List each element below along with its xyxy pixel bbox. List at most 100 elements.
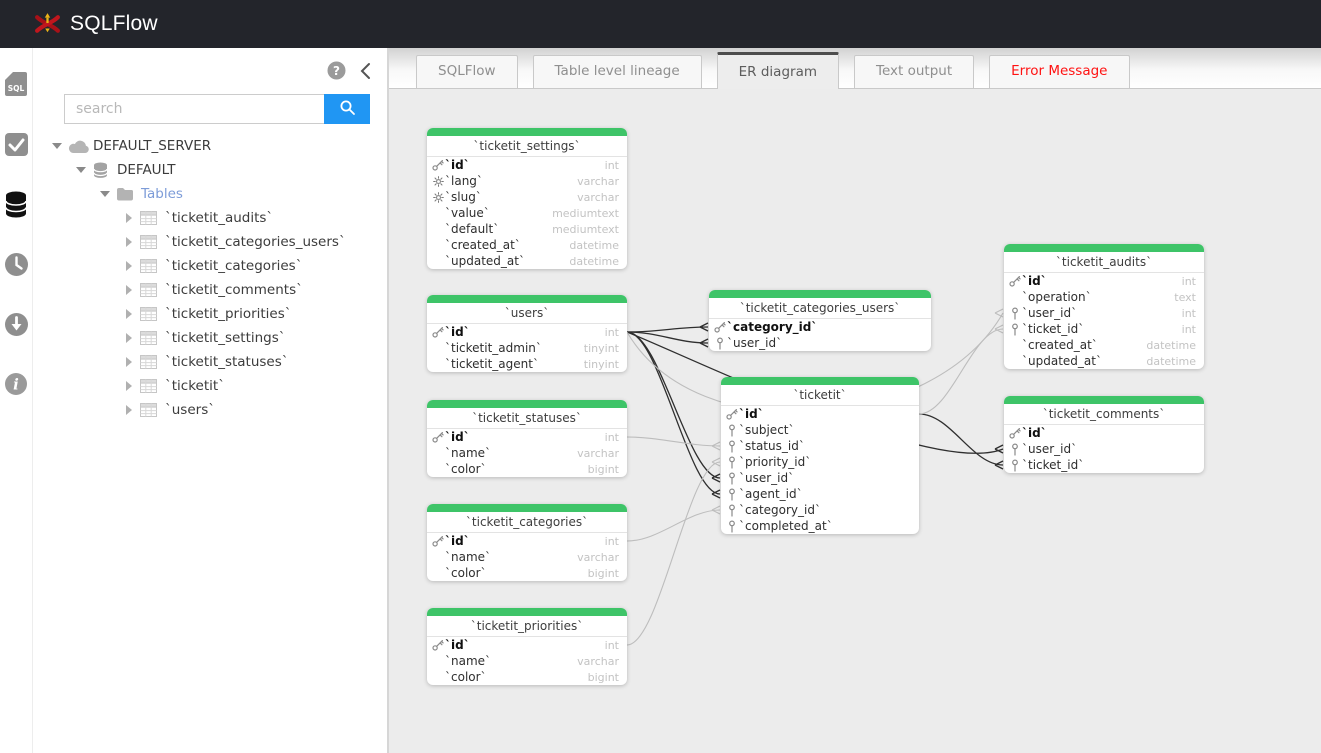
download-icon[interactable] bbox=[3, 311, 29, 337]
history-clock-icon[interactable] bbox=[3, 251, 29, 277]
info-icon[interactable]: i bbox=[3, 371, 29, 397]
caret-down-icon[interactable] bbox=[97, 190, 113, 198]
table-icon bbox=[140, 355, 162, 369]
tree-item-table[interactable]: `ticketit` bbox=[33, 374, 387, 398]
sql-script-icon[interactable]: SQL bbox=[3, 71, 29, 97]
tree-item-tables-folder[interactable]: Tables bbox=[33, 182, 387, 206]
column-type: datetime bbox=[1136, 355, 1196, 368]
tree-item-table[interactable]: `ticketit_settings` bbox=[33, 326, 387, 350]
tree-item-table[interactable]: `users` bbox=[33, 398, 387, 422]
column-type: mediumtext bbox=[542, 223, 619, 236]
caret-right-icon[interactable] bbox=[121, 381, 137, 391]
caret-right-icon[interactable] bbox=[121, 405, 137, 415]
search-button[interactable] bbox=[324, 94, 370, 124]
column-type: int bbox=[595, 639, 619, 652]
column-name: `id` bbox=[445, 430, 470, 444]
tab-error-message[interactable]: Error Message bbox=[989, 55, 1129, 88]
collapse-chevron-icon[interactable] bbox=[359, 62, 371, 84]
entity-ticketit_categories[interactable]: `ticketit_categories``id`int`name`varcha… bbox=[427, 504, 627, 581]
caret-right-icon[interactable] bbox=[121, 357, 137, 367]
tree-item-label: `ticketit_categories_users` bbox=[165, 234, 346, 250]
entity-column-row: `operation`text bbox=[1004, 289, 1204, 305]
entity-ticketit_priorities[interactable]: `ticketit_priorities``id`int`name`varcha… bbox=[427, 608, 627, 685]
entity-column-row: `id` bbox=[1004, 425, 1204, 441]
check-square-icon[interactable] bbox=[3, 131, 29, 157]
help-icon[interactable]: ? bbox=[327, 61, 346, 84]
caret-right-icon[interactable] bbox=[121, 213, 137, 223]
entity-column-row: `ticket_id` bbox=[1004, 457, 1204, 473]
fk-icon bbox=[1008, 323, 1022, 336]
caret-right-icon[interactable] bbox=[121, 237, 137, 247]
key-icon bbox=[431, 535, 445, 547]
database-icon[interactable] bbox=[3, 191, 29, 217]
column-name: `subject` bbox=[739, 423, 795, 437]
tab-table-level-lineage[interactable]: Table level lineage bbox=[533, 55, 702, 88]
tree-item-table[interactable]: `ticketit_statuses` bbox=[33, 350, 387, 374]
column-type: int bbox=[1172, 275, 1196, 288]
column-name: `updated_at` bbox=[445, 254, 525, 268]
column-name: `id` bbox=[445, 158, 470, 172]
key-icon bbox=[713, 321, 727, 333]
schema-tree: DEFAULT_SERVERDEFAULTTables`ticketit_aud… bbox=[33, 134, 387, 422]
tab-er-diagram[interactable]: ER diagram bbox=[717, 52, 839, 89]
column-name: `ticketit_admin` bbox=[445, 341, 542, 355]
caret-right-icon[interactable] bbox=[121, 285, 137, 295]
tree-item-table[interactable]: `ticketit_priorities` bbox=[33, 302, 387, 326]
entity-ticketit[interactable]: `ticketit``id``subject``status_id``prior… bbox=[721, 377, 919, 534]
entity-column-row: `name`varchar bbox=[427, 653, 627, 669]
column-type: int bbox=[595, 431, 619, 444]
search-input[interactable] bbox=[64, 94, 324, 124]
tree-item-server[interactable]: DEFAULT_SERVER bbox=[33, 134, 387, 158]
tree-item-table[interactable]: `ticketit_audits` bbox=[33, 206, 387, 230]
entity-column-row: `color`bigint bbox=[427, 669, 627, 685]
entity-ticketit_audits[interactable]: `ticketit_audits``id`int`operation`text`… bbox=[1004, 244, 1204, 369]
caret-right-icon[interactable] bbox=[121, 261, 137, 271]
entity-column-row: `user_id` bbox=[709, 335, 931, 351]
entity-column-row: `ticketit_agent`tinyint bbox=[427, 356, 627, 372]
relationship-line bbox=[627, 462, 720, 645]
column-type: tinyint bbox=[574, 342, 619, 355]
caret-right-icon[interactable] bbox=[121, 309, 137, 319]
caret-down-icon[interactable] bbox=[73, 166, 89, 174]
entity-column-row: `subject` bbox=[721, 422, 919, 438]
entity-column-row: `id`int bbox=[427, 533, 627, 549]
entity-column-row: `ticketit_admin` tinyint bbox=[427, 340, 627, 356]
table-icon bbox=[140, 211, 162, 225]
entity-ticketit_comments[interactable]: `ticketit_comments``id``user_id``ticket_… bbox=[1004, 396, 1204, 473]
column-name: `category_id` bbox=[739, 503, 821, 517]
caret-down-icon[interactable] bbox=[49, 142, 65, 150]
tab-text-output[interactable]: Text output bbox=[854, 55, 974, 88]
entity-users[interactable]: `users``id`int`ticketit_admin`tinyint`ti… bbox=[427, 295, 627, 372]
tree-item-table[interactable]: `ticketit_categories_users` bbox=[33, 230, 387, 254]
column-type: varchar bbox=[567, 655, 619, 668]
entity-column-row: `id` int bbox=[427, 429, 627, 445]
caret-right-icon[interactable] bbox=[121, 333, 137, 343]
tree-item-label: `ticketit_priorities` bbox=[165, 306, 292, 322]
tree-item-table[interactable]: `ticketit_categories` bbox=[33, 254, 387, 278]
table-icon bbox=[140, 403, 162, 417]
relationship-line bbox=[627, 327, 708, 332]
entity-column-row: `id`int bbox=[427, 324, 627, 340]
schema-panel: ? DEFAULT_SERVERDEFAULTTables`ticketit_a… bbox=[33, 48, 389, 753]
entity-column-row: `user_id` bbox=[1004, 441, 1204, 457]
column-name: `color` bbox=[445, 462, 487, 476]
relationship-line bbox=[627, 510, 720, 541]
column-name: `user_id` bbox=[727, 336, 782, 350]
entity-column-row: `color`bigint bbox=[427, 565, 627, 581]
fk-icon bbox=[725, 488, 739, 501]
tree-item-table[interactable]: `ticketit_comments` bbox=[33, 278, 387, 302]
entity-ticketit_settings[interactable]: `ticketit_settings``id`int`lang`varchar`… bbox=[427, 128, 627, 269]
key-icon bbox=[1008, 427, 1022, 439]
tree-item-database[interactable]: DEFAULT bbox=[33, 158, 387, 182]
entity-column-row: `created_at`datetime bbox=[427, 237, 627, 253]
sqlflow-logo-icon bbox=[34, 11, 61, 38]
entity-ticketit_statuses[interactable]: `ticketit_statuses``id`int`name`varchar`… bbox=[427, 400, 627, 477]
tree-item-label: `ticketit_settings` bbox=[165, 330, 286, 346]
column-type: varchar bbox=[567, 175, 619, 188]
tab-sqlflow[interactable]: SQLFlow bbox=[416, 55, 518, 88]
entity-title: `ticketit_categories_users` bbox=[709, 298, 931, 319]
column-name: `default` bbox=[445, 222, 499, 236]
column-type: varchar bbox=[567, 447, 619, 460]
entity-ticketit_categories_users[interactable]: `ticketit_categories_users``category_id`… bbox=[709, 290, 931, 351]
column-type: bigint bbox=[578, 671, 619, 684]
